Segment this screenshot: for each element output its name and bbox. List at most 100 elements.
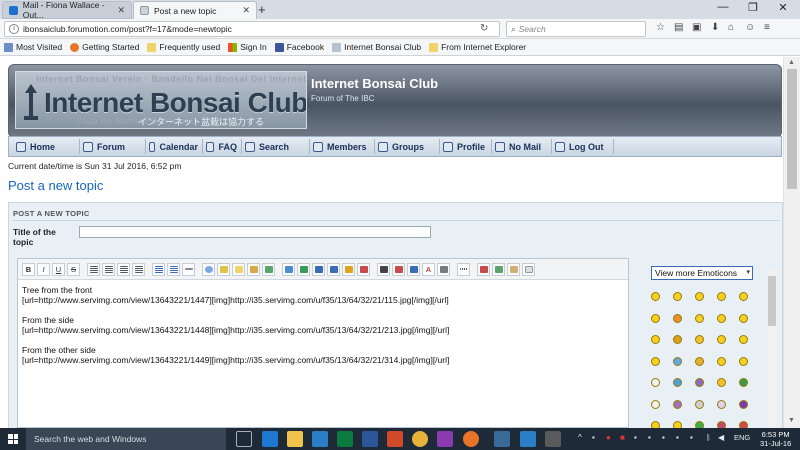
emoticon-icon[interactable] xyxy=(651,421,660,428)
italic-button[interactable]: I xyxy=(37,262,50,276)
justify-button[interactable] xyxy=(132,262,145,276)
search-bar[interactable]: ⌕ Search xyxy=(506,21,646,37)
emoticon-icon[interactable] xyxy=(739,421,748,428)
menu-forum[interactable]: Forum xyxy=(80,139,146,154)
minimize-button[interactable]: — xyxy=(708,1,738,13)
reload-icon[interactable]: ↻ xyxy=(480,23,488,34)
emoticon-icon[interactable] xyxy=(651,292,660,301)
emoticon-icon[interactable] xyxy=(695,313,704,323)
bluetooth-icon[interactable]: ᛒ xyxy=(706,433,711,442)
menu-faq[interactable]: FAQ xyxy=(203,139,242,154)
menu-log-out[interactable]: Log Out xyxy=(552,139,614,154)
menu-home[interactable]: Home xyxy=(13,139,80,154)
emoticon-icon[interactable] xyxy=(695,399,704,409)
emoticon-icon[interactable] xyxy=(651,378,660,387)
speech-bubble-button[interactable] xyxy=(202,262,215,276)
scrollbar-thumb[interactable] xyxy=(787,69,797,189)
hamburger-menu-icon[interactable]: ≡ xyxy=(764,22,770,33)
start-button[interactable] xyxy=(0,428,26,450)
flash-button[interactable] xyxy=(342,262,355,276)
emoticon-icon[interactable] xyxy=(695,378,704,387)
tray-app-icon[interactable]: ▪ xyxy=(662,433,665,442)
language-indicator[interactable]: ENG xyxy=(734,433,750,442)
spoiler-button[interactable] xyxy=(247,262,260,276)
emoticon-icon[interactable] xyxy=(717,335,726,344)
taskbar-search[interactable]: Search the web and Windows xyxy=(26,428,226,450)
page-scrollbar[interactable]: ▲ ▼ xyxy=(783,57,800,428)
emoticon-icon[interactable] xyxy=(651,335,660,344)
emoticon-icon[interactable] xyxy=(673,335,682,344)
tray-app-icon[interactable]: ● xyxy=(606,433,611,442)
topic-title-input[interactable] xyxy=(79,226,431,238)
editor-textarea[interactable]: Tree from the front [url=http://www.serv… xyxy=(22,285,449,365)
app-icon[interactable] xyxy=(387,431,403,447)
menu-search[interactable]: Search xyxy=(242,139,310,154)
underline-button[interactable]: U xyxy=(52,262,65,276)
scroll-down-icon[interactable]: ▼ xyxy=(788,417,795,424)
emoticon-icon[interactable] xyxy=(717,378,726,387)
font-color-button[interactable]: A xyxy=(422,262,435,276)
emoticon-icon[interactable] xyxy=(717,399,726,409)
date-button[interactable] xyxy=(477,262,490,276)
emoticon-icon[interactable] xyxy=(673,313,682,323)
close-window-button[interactable]: ✕ xyxy=(768,1,798,14)
address-bar[interactable]: i ibonsaiclub.forumotion.com/post?f=17&m… xyxy=(4,21,500,37)
tab-mail[interactable]: Mail - Fiona Wallace - Out... ✕ xyxy=(2,0,132,20)
download-icon[interactable]: ⬇ xyxy=(711,22,719,33)
emoticons-scrollbar[interactable] xyxy=(767,268,777,428)
lock-icon[interactable]: ▣ xyxy=(692,22,701,33)
emoticon-icon[interactable] xyxy=(717,313,726,323)
tray-app-icon[interactable]: ▪ xyxy=(676,433,679,442)
emoticon-icon[interactable] xyxy=(695,421,704,428)
source-mode-button[interactable] xyxy=(522,262,535,276)
bookmark-facebook[interactable]: Facebook xyxy=(274,42,324,52)
code-button[interactable] xyxy=(217,262,230,276)
insert-link-button[interactable] xyxy=(312,262,325,276)
emoticon-icon[interactable] xyxy=(695,356,704,366)
emoticon-icon[interactable] xyxy=(717,421,726,428)
bullet-list-button[interactable] xyxy=(152,262,165,276)
emoticon-icon[interactable] xyxy=(717,292,726,301)
tray-app-icon[interactable]: ▪ xyxy=(592,433,595,442)
emoticon-icon[interactable] xyxy=(695,292,704,301)
bookmark-getting-started[interactable]: Getting Started xyxy=(70,42,139,52)
emoji-icon[interactable]: ☺ xyxy=(745,22,755,33)
app-icon[interactable] xyxy=(545,431,561,447)
font-face-button[interactable] xyxy=(392,262,405,276)
menu-groups[interactable]: Groups xyxy=(375,139,440,154)
site-logo[interactable]: Internet Bonsai Verein · Bandello Nel Bo… xyxy=(15,71,307,129)
insert-image-button[interactable] xyxy=(282,262,295,276)
numbered-list-button[interactable] xyxy=(167,262,180,276)
attach-button[interactable] xyxy=(357,262,370,276)
more-options-button[interactable] xyxy=(457,262,470,276)
bookmark-star-icon[interactable]: ☆ xyxy=(656,22,665,33)
edge-icon[interactable] xyxy=(262,431,278,447)
paste-button[interactable] xyxy=(507,262,520,276)
emoticon-icon[interactable] xyxy=(673,399,682,409)
menu-members[interactable]: Members xyxy=(310,139,375,154)
maximize-button[interactable]: ❐ xyxy=(738,1,768,14)
store-icon[interactable] xyxy=(312,431,328,447)
word-icon[interactable] xyxy=(362,431,378,447)
video-button[interactable] xyxy=(327,262,340,276)
scroll-up-icon[interactable]: ▲ xyxy=(788,59,795,66)
tray-mcafee-icon[interactable]: ■ xyxy=(620,433,625,442)
emoticon-icon[interactable] xyxy=(739,399,748,409)
font-size-button[interactable] xyxy=(377,262,390,276)
menu-calendar[interactable]: Calendar xyxy=(146,139,203,154)
tab-post-new-topic[interactable]: Post a new topic ✕ xyxy=(133,1,257,19)
emoticon-icon[interactable] xyxy=(673,421,682,428)
task-view-icon[interactable] xyxy=(236,431,252,447)
tray-app-icon[interactable]: ▪ xyxy=(648,433,651,442)
menu-profile[interactable]: Profile xyxy=(440,139,492,154)
volume-icon[interactable]: ◀ xyxy=(718,433,724,442)
table-button[interactable] xyxy=(262,262,275,276)
align-left-button[interactable] xyxy=(87,262,100,276)
superscript-button[interactable] xyxy=(407,262,420,276)
firefox-icon[interactable] xyxy=(463,431,479,447)
chrome-icon[interactable] xyxy=(412,431,428,447)
bookmark-sign-in[interactable]: Sign In xyxy=(228,42,267,52)
align-right-button[interactable] xyxy=(117,262,130,276)
emoticon-icon[interactable] xyxy=(673,292,682,301)
close-tab-icon[interactable]: ✕ xyxy=(117,5,125,16)
